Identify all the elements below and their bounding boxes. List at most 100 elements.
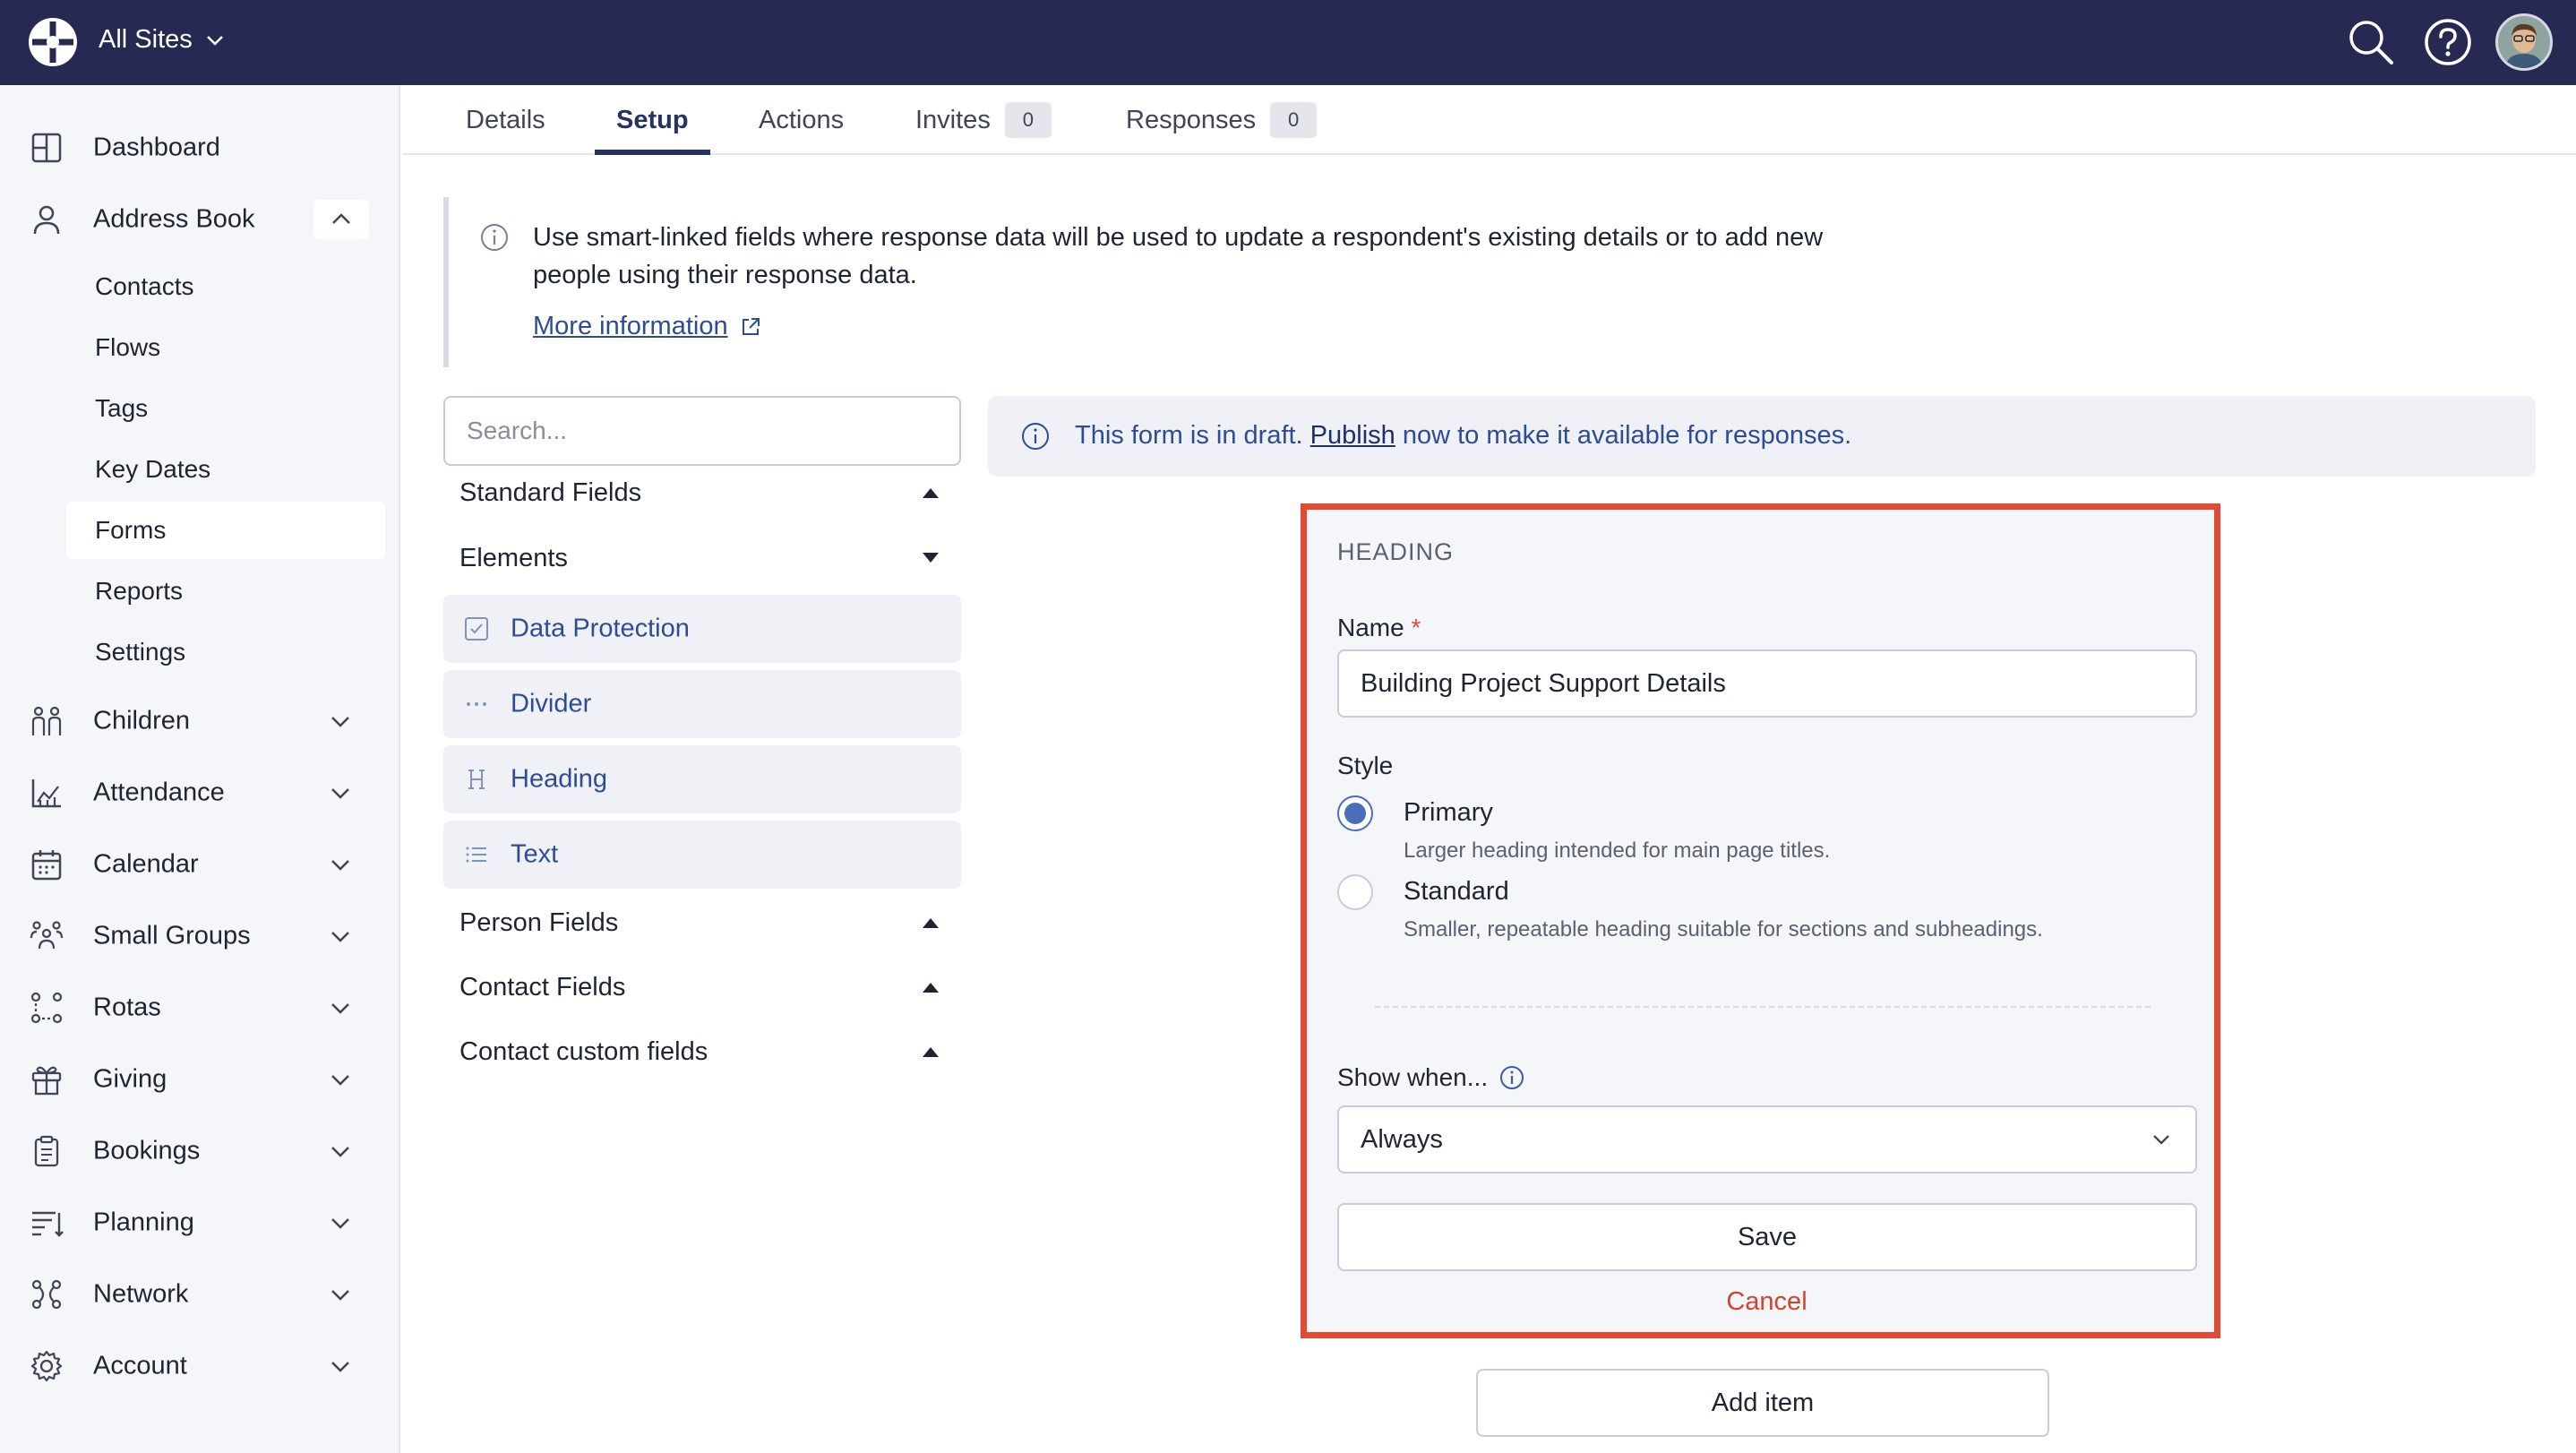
- element-text[interactable]: Text: [443, 821, 961, 889]
- draft-text-before: This form is in draft.: [1075, 421, 1310, 450]
- sidebar-item-giving[interactable]: Giving: [0, 1048, 400, 1111]
- sidebar-item-label: Dashboard: [93, 133, 220, 162]
- sidebar-subitem-key-dates[interactable]: Key Dates: [66, 441, 385, 498]
- group-elements[interactable]: Elements: [443, 531, 961, 585]
- style-label: Style: [1337, 752, 1394, 779]
- dots-icon: [463, 691, 490, 718]
- sidebar-subitem-reports[interactable]: Reports: [66, 563, 385, 620]
- style-standard-radio[interactable]: [1337, 874, 1373, 910]
- help-icon[interactable]: [2422, 16, 2474, 68]
- save-button[interactable]: Save: [1337, 1203, 2197, 1271]
- tab-label: Actions: [759, 105, 845, 134]
- search-icon[interactable]: [2345, 16, 2397, 68]
- add-item-button[interactable]: Add item: [1476, 1369, 2049, 1437]
- group-contact-custom-fields[interactable]: Contact custom fields: [443, 1025, 961, 1079]
- sidebar-item-account[interactable]: Account: [0, 1335, 400, 1397]
- tab-details[interactable]: Details: [466, 85, 545, 155]
- style-primary-description: Larger heading intended for main page ti…: [1404, 838, 1831, 863]
- sidebar-item-label: Calendar: [93, 849, 199, 879]
- site-switcher-label: All Sites: [99, 25, 193, 54]
- tab-label: Details: [466, 105, 545, 134]
- triangle-up-icon: [920, 485, 941, 501]
- group-contact-fields[interactable]: Contact Fields: [443, 960, 961, 1014]
- tab-setup[interactable]: Setup: [595, 85, 709, 155]
- external-link-icon: [739, 315, 762, 339]
- group-standard-fields[interactable]: Standard Fields: [443, 466, 961, 520]
- cancel-button[interactable]: Cancel: [1307, 1287, 2227, 1317]
- sidebar-item-bookings[interactable]: Bookings: [0, 1120, 400, 1182]
- rotas-icon: [29, 990, 64, 1026]
- sidebar-item-label: Address Book: [93, 204, 255, 234]
- more-information-link[interactable]: More information: [533, 312, 762, 341]
- chevron-down-icon: [326, 707, 355, 735]
- collapse-button[interactable]: [313, 200, 369, 239]
- element-label: Heading: [511, 764, 608, 794]
- checkbox-icon: [463, 615, 490, 642]
- sidebar-subitem-flows[interactable]: Flows: [66, 319, 385, 376]
- sidebar-subitem-tags[interactable]: Tags: [66, 380, 385, 437]
- sidebar-item-dashboard[interactable]: Dashboard: [0, 116, 400, 179]
- sidebar-item-label: Rotas: [93, 993, 161, 1022]
- chevron-down-icon: [326, 1208, 355, 1237]
- chevron-down-icon: [2149, 1127, 2174, 1152]
- sidebar-item-planning[interactable]: Planning: [0, 1191, 400, 1254]
- tab-invites[interactable]: Invites 0: [915, 85, 1052, 155]
- name-field[interactable]: [1337, 649, 2197, 718]
- chevron-down-icon: [326, 778, 355, 807]
- sidebar-item-label: Planning: [93, 1208, 194, 1237]
- sidebar-item-address-book[interactable]: Address Book: [0, 188, 400, 251]
- sidebar-subitem-contacts[interactable]: Contacts: [66, 258, 385, 315]
- info-icon[interactable]: [1498, 1064, 1525, 1091]
- heading-icon: [463, 766, 490, 793]
- count-badge: 0: [1270, 102, 1318, 138]
- sidebar-item-attendance[interactable]: Attendance: [0, 761, 400, 824]
- sidebar-subitem-forms[interactable]: Forms: [66, 502, 385, 559]
- group-label: Contact custom fields: [459, 1036, 708, 1066]
- chevron-down-icon: [326, 850, 355, 879]
- draft-text-after: now to make it available for responses.: [1395, 421, 1852, 450]
- sidebar-subitem-settings[interactable]: Settings: [66, 623, 385, 681]
- tab-responses[interactable]: Responses 0: [1126, 85, 1318, 155]
- sidebar-item-children[interactable]: Children: [0, 690, 400, 752]
- gear-icon: [29, 1348, 64, 1384]
- element-divider[interactable]: Divider: [443, 670, 961, 738]
- group-person-fields[interactable]: Person Fields: [443, 896, 961, 950]
- small-groups-icon: [29, 918, 64, 954]
- group-label: Elements: [459, 543, 568, 572]
- tab-bar: Details Setup Actions Invites 0 Response…: [402, 85, 2576, 155]
- element-heading[interactable]: Heading: [443, 745, 961, 813]
- editor-title: HEADING: [1337, 538, 1455, 565]
- show-when-select[interactable]: Always: [1337, 1105, 2197, 1174]
- element-data-protection[interactable]: Data Protection: [443, 595, 961, 663]
- sidebar-item-label: Network: [93, 1279, 189, 1309]
- sidebar-item-label: Bookings: [93, 1136, 201, 1165]
- info-icon: [1020, 421, 1051, 451]
- sidebar-item-rotas[interactable]: Rotas: [0, 976, 400, 1039]
- dashboard-icon: [29, 130, 64, 166]
- gift-icon: [29, 1062, 64, 1097]
- field-search-input[interactable]: [443, 396, 961, 466]
- sidebar-item-network[interactable]: Network: [0, 1263, 400, 1326]
- tab-label: Setup: [616, 105, 689, 134]
- show-when-label-text: Show when...: [1337, 1063, 1489, 1091]
- logo-icon[interactable]: [27, 16, 79, 68]
- style-standard-description: Smaller, repeatable heading suitable for…: [1404, 917, 2043, 941]
- clipboard-icon: [29, 1133, 64, 1169]
- chevron-down-icon: [326, 1065, 355, 1094]
- children-icon: [29, 703, 64, 739]
- triangle-down-icon: [920, 550, 941, 566]
- name-label: Name *: [1337, 614, 1421, 642]
- style-primary-radio[interactable]: [1337, 795, 1373, 831]
- smart-linked-message: Use smart-linked fields where response d…: [533, 223, 1824, 289]
- sidebar-item-small-groups[interactable]: Small Groups: [0, 905, 400, 967]
- site-switcher[interactable]: All Sites: [99, 25, 225, 55]
- sidebar-item-calendar[interactable]: Calendar: [0, 833, 400, 896]
- avatar[interactable]: [2495, 13, 2553, 71]
- sidebar-item-label: Giving: [93, 1064, 167, 1094]
- divider: [1375, 1006, 2151, 1008]
- tab-actions[interactable]: Actions: [759, 85, 844, 155]
- element-label: Data Protection: [511, 614, 690, 643]
- draft-message: This form is in draft. Publish now to ma…: [1075, 421, 1851, 451]
- publish-link[interactable]: Publish: [1310, 421, 1395, 450]
- top-bar: All Sites: [0, 0, 2576, 85]
